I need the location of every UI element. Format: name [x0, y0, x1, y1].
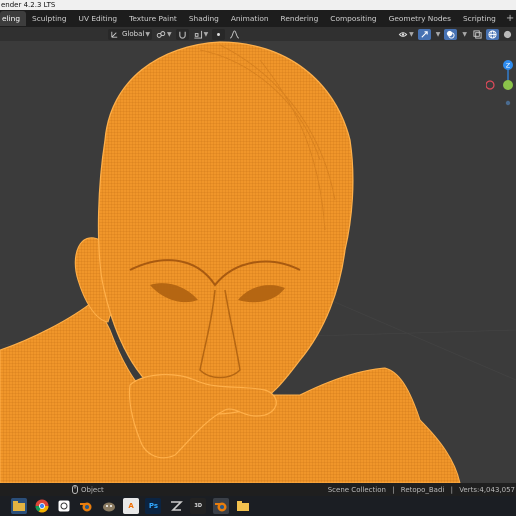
neg-z-axis-handle — [505, 100, 511, 106]
pivot-point-dropdown[interactable]: ▼ — [154, 29, 174, 40]
orientation-icon — [111, 31, 118, 38]
proportional-falloff-dropdown[interactable] — [227, 29, 242, 40]
proportional-editing-toggle[interactable] — [212, 28, 226, 40]
window-title: ender 4.2.3 LTS — [1, 1, 56, 9]
xray-toggle[interactable] — [471, 29, 484, 40]
tab-scripting[interactable]: Scripting — [457, 11, 502, 26]
xray-icon — [473, 29, 482, 39]
file-explorer-icon[interactable] — [11, 498, 28, 514]
window-title-bar: ender 4.2.3 LTS — [0, 0, 516, 10]
proportional-dot-icon — [217, 32, 221, 36]
tab-texture-paint[interactable]: Texture Paint — [123, 11, 183, 26]
status-collection: Scene Collection — [327, 485, 386, 494]
tab-rendering[interactable]: Rendering — [275, 11, 325, 26]
chevron-down-icon: ▼ — [435, 30, 441, 38]
blender-active-icon[interactable] — [212, 498, 229, 514]
overlays-dropdown[interactable]: ▼ — [459, 29, 469, 40]
orientation-label: Global — [122, 30, 145, 38]
add-workspace-button[interactable]: + — [502, 13, 516, 24]
tab-compositing[interactable]: Compositing — [324, 11, 382, 26]
magnet-icon — [178, 31, 186, 39]
eye-icon — [398, 31, 408, 37]
viewport-canvas — [0, 41, 516, 483]
solid-sphere-icon — [503, 30, 512, 38]
tab-modeling[interactable]: eling — [0, 11, 27, 26]
status-object: Retopo_Badi — [400, 485, 445, 494]
mesh-head — [97, 41, 354, 415]
autodesk-icon[interactable]: A — [123, 498, 140, 514]
status-bar: Object Scene Collection | Retopo_Badi | … — [0, 483, 516, 496]
pivot-icon — [156, 30, 166, 38]
chevron-down-icon: ▼ — [166, 30, 172, 38]
chrome-icon[interactable] — [34, 498, 50, 514]
windows-taskbar: A Ps 3D — [0, 496, 516, 516]
photoscan-icon[interactable]: 3D — [190, 498, 207, 514]
zbrush-icon[interactable] — [168, 498, 184, 514]
chevron-down-icon: ▼ — [145, 30, 150, 38]
x-axis-handle — [486, 80, 495, 90]
gizmo-toggle[interactable] — [417, 28, 431, 40]
y-axis-handle — [503, 80, 513, 90]
tab-sculpting[interactable]: Sculpting — [26, 11, 73, 26]
3d-viewport[interactable]: Z — [0, 41, 516, 483]
visibility-dropdown[interactable]: ▼ — [396, 29, 416, 40]
folder-icon[interactable] — [235, 498, 251, 514]
photo-viewer-icon[interactable] — [56, 498, 72, 514]
snap-target-dropdown[interactable]: ▼ — [191, 29, 211, 40]
z-axis-label: Z — [506, 61, 511, 69]
status-verts: Verts:4,043,057 — [459, 485, 515, 494]
navigation-gizmo[interactable]: Z — [486, 58, 516, 113]
shading-wireframe-button[interactable] — [486, 28, 499, 40]
tab-animation[interactable]: Animation — [225, 11, 275, 26]
blender-icon[interactable] — [78, 498, 94, 514]
falloff-curve-icon — [230, 29, 240, 39]
shading-solid-button[interactable] — [501, 29, 514, 40]
snap-toggle[interactable] — [175, 28, 189, 40]
chevron-down-icon: ▼ — [462, 30, 467, 38]
transform-orientation-dropdown[interactable]: Global ▼ — [108, 28, 152, 40]
status-mode-label: Object — [81, 485, 104, 494]
chevron-down-icon: ▼ — [203, 30, 209, 38]
wireframe-sphere-icon — [488, 29, 497, 39]
tab-shading[interactable]: Shading — [183, 11, 225, 26]
overlays-toggle[interactable] — [444, 28, 458, 40]
photoshop-icon[interactable]: Ps — [145, 498, 162, 514]
scene-stats: Scene Collection | Retopo_Badi | Verts:4… — [327, 485, 515, 494]
chevron-down-icon: ▼ — [409, 30, 414, 38]
mouse-icon — [72, 485, 78, 494]
snap-target-icon — [193, 30, 202, 39]
overlays-icon — [447, 30, 455, 39]
workspace-tabs: eling Sculpting UV Editing Texture Paint… — [0, 10, 516, 27]
sculpt-mesh[interactable] — [0, 41, 461, 483]
tab-uv-editing[interactable]: UV Editing — [73, 11, 124, 26]
gizmo-dropdown[interactable]: ▼ — [433, 29, 443, 40]
viewport-header: Global ▼ ▼ ▼ ▼ ▼ ▼ — [0, 27, 516, 41]
gizmo-icon — [421, 30, 428, 38]
tab-geometry-nodes[interactable]: Geometry Nodes — [383, 11, 457, 26]
gimp-icon[interactable] — [101, 498, 117, 514]
